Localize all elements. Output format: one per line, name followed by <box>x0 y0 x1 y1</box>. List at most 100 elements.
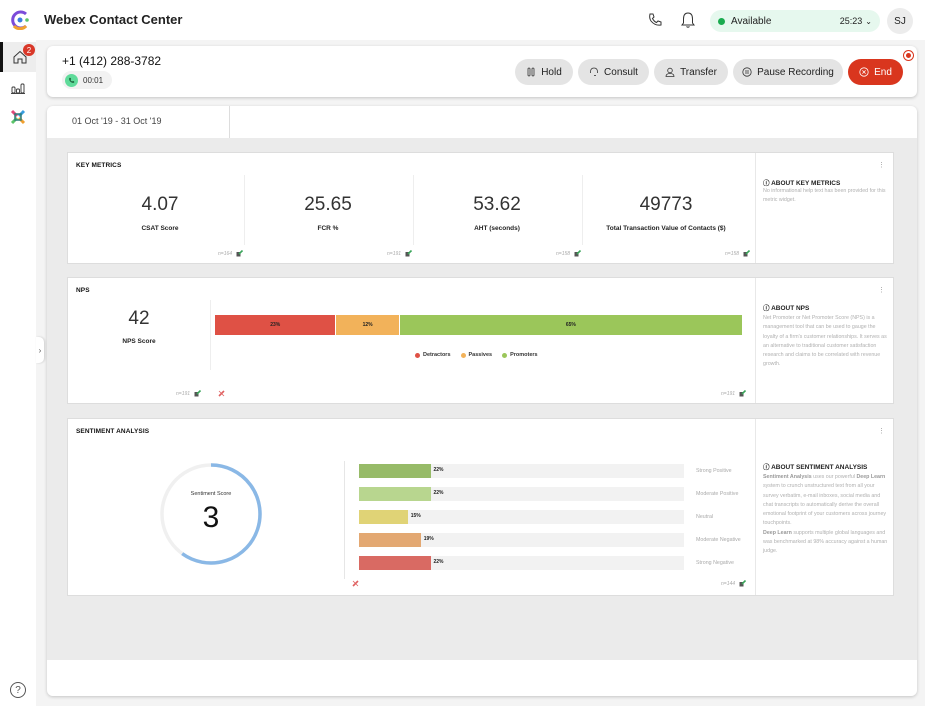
sample-count: n=158 <box>725 251 740 257</box>
end-call-button[interactable]: End <box>848 59 903 85</box>
data-source-icon[interactable] <box>739 390 746 397</box>
help-icon[interactable]: ? <box>10 682 26 698</box>
metric-aht: 53.62 AHT (seconds) <box>413 175 581 263</box>
sentiment-bar-label: 22% <box>433 490 444 496</box>
hold-button[interactable]: Hold <box>515 59 573 85</box>
sentiment-bar-track: 22% <box>359 487 684 501</box>
nps-segment-detractors[interactable]: 23% <box>215 315 337 335</box>
sentiment-category-label: Moderate Positive <box>696 491 739 497</box>
sample-count: n=191 <box>176 391 191 397</box>
about-text: Net Promoter or Net Promoter Score (NPS)… <box>763 315 887 368</box>
notification-bell-icon[interactable] <box>680 11 696 29</box>
nav-analytics[interactable] <box>0 73 36 103</box>
consult-label: Consult <box>604 66 638 78</box>
pause-recording-button[interactable]: Pause Recording <box>733 59 843 85</box>
nav-home[interactable]: 2 <box>0 42 36 72</box>
about-text: Sentiment Analysis uses our powerful Dee… <box>763 474 888 555</box>
nps-segment-label: 23% <box>270 322 281 328</box>
sentiment-bar-label: 22% <box>433 559 444 565</box>
legend-dot-icon <box>460 352 466 358</box>
legend-dot-icon <box>415 352 420 358</box>
nps-segment-promoters[interactable]: 65% <box>399 315 743 335</box>
top-bar: Webex Contact Center Available 25:23 ⌄ S… <box>0 0 925 40</box>
pause-recording-label: Pause Recording <box>757 66 834 78</box>
more-options-icon[interactable]: ⋮ <box>878 161 885 169</box>
sentiment-score-label: Sentiment Score <box>190 491 232 497</box>
chevron-down-icon: ⌄ <box>865 16 872 26</box>
sentiment-bar-label: 19% <box>423 536 434 542</box>
sentiment-bar-neutral[interactable] <box>359 510 408 524</box>
sentiment-bar-label: 22% <box>433 467 444 473</box>
agent-status-dropdown[interactable]: Available 25:23 ⌄ <box>710 10 880 32</box>
call-control-panel: +1 (412) 288-3782 00:01 Hold Consult Tra… <box>47 46 917 97</box>
call-duration-text: 00:01 <box>83 75 104 85</box>
sentiment-bar-moderate-negative[interactable] <box>359 533 421 547</box>
sentiment-category-label: Strong Positive <box>696 468 732 474</box>
sentiment-category-label: Neutral <box>696 514 714 520</box>
sentiment-bar-track: 19% <box>359 533 684 547</box>
metric-label: AHT (seconds) <box>474 225 520 232</box>
phone-icon[interactable] <box>647 12 663 28</box>
chart-axis <box>344 461 345 579</box>
metric-csat: 4.07 CSAT Score <box>76 175 244 263</box>
call-duration: 00:01 <box>62 71 112 89</box>
nps-segment-label: 12% <box>362 322 373 328</box>
about-title: ⓘ ABOUT NPS <box>763 305 810 312</box>
user-avatar[interactable]: SJ <box>887 8 913 34</box>
widget-title: SENTIMENT ANALYSIS <box>76 428 150 435</box>
active-call-icon <box>65 73 78 87</box>
notification-badge: 2 <box>23 44 35 56</box>
caller-number: +1 (412) 288-3782 <box>62 54 162 68</box>
legend-item-passives[interactable]: Passives <box>460 352 493 358</box>
sentiment-bar-moderate-positive[interactable] <box>359 487 431 501</box>
transfer-button[interactable]: Transfer <box>654 59 728 85</box>
data-source-icon[interactable] <box>236 250 243 257</box>
data-source-icon[interactable] <box>743 250 750 257</box>
about-title: ⓘ ABOUT SENTIMENT ANALYSIS <box>763 464 868 471</box>
ai-disabled-icon[interactable] <box>218 390 225 397</box>
metric-label: Total Transaction Value of Contacts ($) <box>606 225 726 232</box>
nps-stacked-bar: 23% 12% 65% <box>215 315 743 335</box>
status-dot-icon <box>718 17 725 25</box>
hold-label: Hold <box>541 66 562 78</box>
sample-count: n=164 <box>218 251 233 257</box>
date-range-selector[interactable]: 01 Oct '19 - 31 Oct '19 <box>72 116 161 126</box>
data-source-icon[interactable] <box>194 390 201 397</box>
nav-apps[interactable] <box>0 102 36 132</box>
metric-value: 4.07 <box>141 194 179 215</box>
more-options-icon[interactable]: ⋮ <box>878 427 885 435</box>
data-source-icon[interactable] <box>574 250 581 257</box>
legend-item-promoters[interactable]: Promoters <box>502 352 538 358</box>
date-filter-bar: 01 Oct '19 - 31 Oct '19 <box>47 106 917 138</box>
legend-label: Passives <box>468 352 493 358</box>
sentiment-bar-track: 22% <box>359 464 684 478</box>
nps-score-value: 42 <box>128 308 150 329</box>
legend-item-detractors[interactable]: Detractors <box>415 352 451 358</box>
sentiment-bar-strong-negative[interactable] <box>359 556 431 570</box>
status-label: Available <box>731 15 772 27</box>
nps-legend: Detractors Passives Promoters <box>415 352 538 358</box>
app-title: Webex Contact Center <box>44 12 183 27</box>
side-navigation: 2 ? <box>0 40 36 706</box>
key-metrics-widget: KEY METRICS 4.07 CSAT Score 25.65 FCR % … <box>67 152 894 264</box>
pause-circle-icon <box>742 67 752 77</box>
sentiment-bar-strong-positive[interactable] <box>359 464 431 478</box>
widget-title: KEY METRICS <box>76 162 122 169</box>
nps-widget: NPS 42 NPS Score 23% 12% 65% Detractors Pas… <box>67 277 894 404</box>
sentiment-category-label: Strong Negative <box>696 560 734 566</box>
sentiment-analysis-widget: SENTIMENT ANALYSIS Sentiment Score 3 22%… <box>67 418 894 596</box>
ai-disabled-icon[interactable] <box>352 580 359 587</box>
divider <box>210 300 211 370</box>
analytics-dashboard: 01 Oct '19 - 31 Oct '19 KEY METRICS 4.07… <box>47 106 917 696</box>
expand-panel-handle[interactable]: › <box>36 337 44 363</box>
data-source-icon[interactable] <box>739 580 746 587</box>
consult-button[interactable]: Consult <box>578 59 649 85</box>
recording-indicator-icon <box>904 51 913 60</box>
nps-segment-label: 65% <box>565 322 576 328</box>
dashboard-footer <box>47 660 917 696</box>
nps-segment-passives[interactable]: 12% <box>336 315 400 335</box>
widget-title: NPS <box>76 287 90 294</box>
sentiment-bar-track: 15% <box>359 510 684 524</box>
more-options-icon[interactable]: ⋮ <box>878 286 885 294</box>
data-source-icon[interactable] <box>405 250 412 257</box>
